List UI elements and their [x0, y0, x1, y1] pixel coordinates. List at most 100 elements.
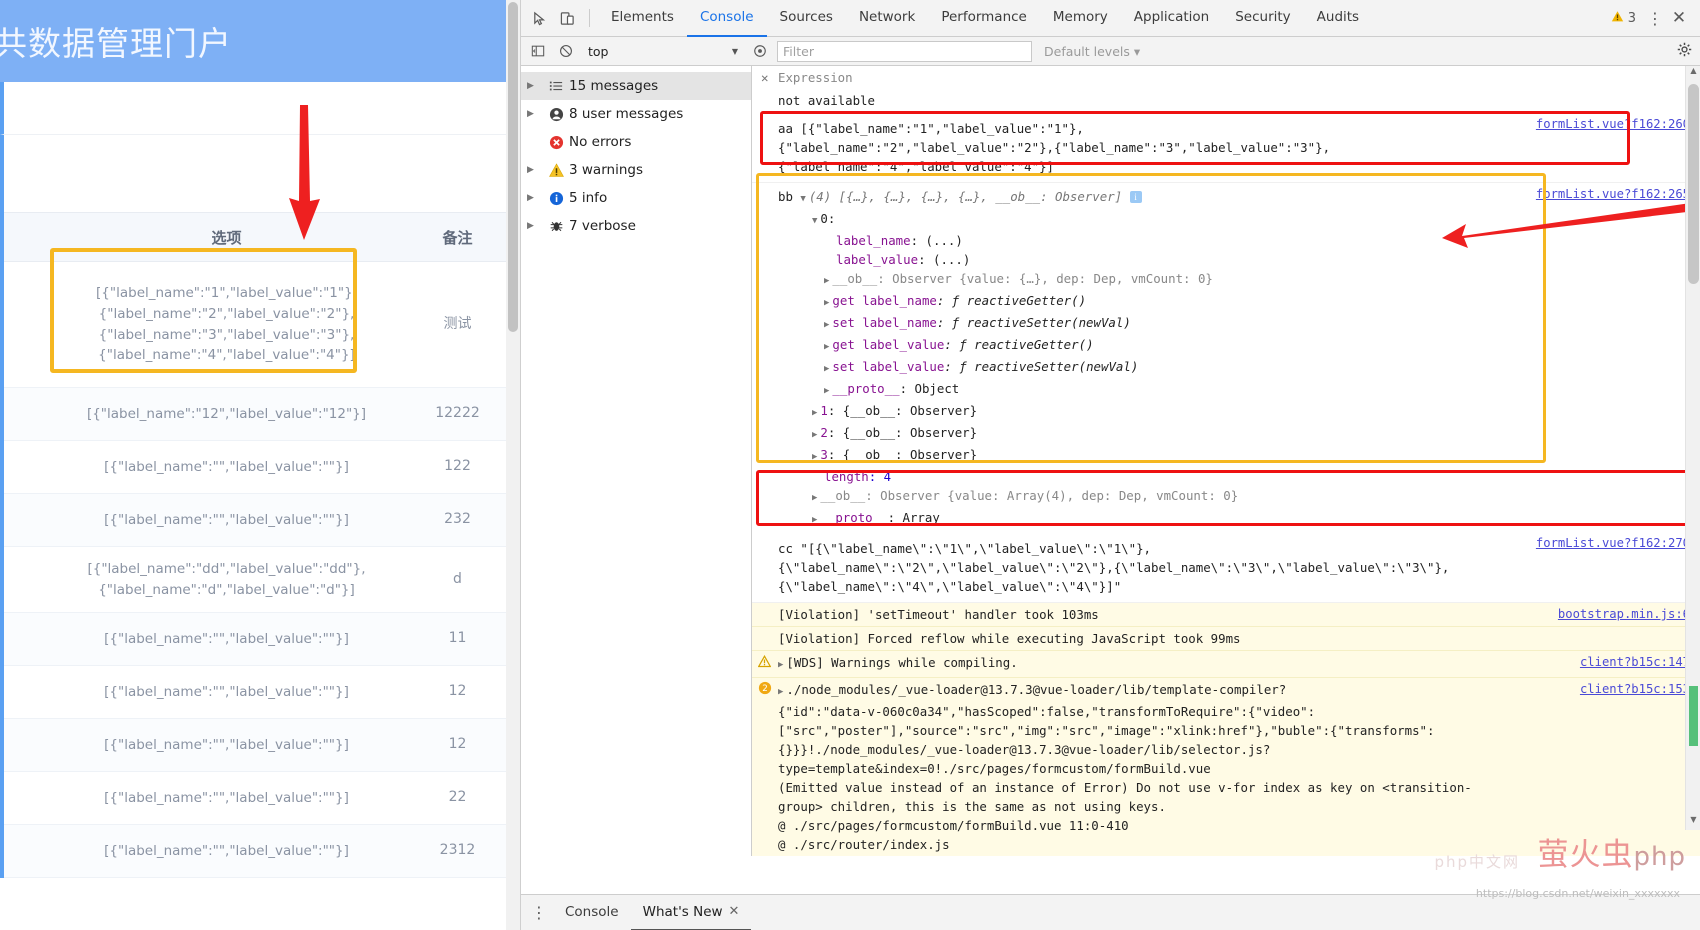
expand-triangle-icon[interactable]: ▼	[812, 216, 817, 226]
devtools-close-icon[interactable]: ✕	[1666, 8, 1692, 28]
console-message-aa[interactable]: formList.vue?f162:260 aa [{"label_name":…	[752, 113, 1700, 183]
tree-node[interactable]: ▼ 0:	[778, 209, 1686, 231]
source-link[interactable]: formList.vue?f162:265	[1536, 185, 1690, 204]
tree-node[interactable]: length: 4	[778, 467, 1686, 486]
scroll-down-arrow-icon[interactable]: ▼	[1686, 815, 1700, 830]
tab-sources[interactable]: Sources	[767, 0, 846, 37]
table-row[interactable]: [{"label_name":"dd","label_value":"dd"},…	[4, 547, 520, 613]
sidebar-item-errors[interactable]: ▶ No errors	[521, 128, 751, 156]
table-row[interactable]: [{"label_name":"","label_value":""}] 122	[4, 441, 520, 494]
table-row[interactable]: [{"label_name":"12","label_value":"12"}]…	[4, 388, 520, 441]
watermark-main-cn: 萤火虫	[1537, 837, 1634, 873]
warning-count-indicator[interactable]: 3	[1611, 10, 1636, 27]
tab-network[interactable]: Network	[846, 0, 928, 37]
source-link[interactable]: formList.vue?f162:260	[1536, 115, 1690, 134]
table-row[interactable]: [{"label_name":"","label_value":""}] 231…	[4, 825, 520, 878]
table-row[interactable]: [{"label_name":"","label_value":""}] 11	[4, 613, 520, 666]
webpage-scrollbar-thumb[interactable]	[508, 2, 518, 332]
console-message-bb[interactable]: formList.vue?f162:265 bb ▼ (4) [{…}, {…},…	[752, 183, 1700, 532]
close-icon[interactable]: ✕	[761, 68, 768, 87]
console-message-wds-warning[interactable]: client?b15c:147 ▶ [WDS] Warnings while co…	[752, 651, 1700, 678]
tab-memory[interactable]: Memory	[1040, 0, 1121, 37]
close-icon[interactable]: ✕	[729, 904, 740, 919]
device-toolbar-icon[interactable]	[553, 4, 581, 32]
tree-node[interactable]: ▶ get label_value: ƒ reactiveGetter()	[778, 335, 1686, 357]
console-settings-eye-icon[interactable]	[749, 40, 771, 62]
tree-node[interactable]: ▶ set label_value: ƒ reactiveSetter(newVa…	[778, 357, 1686, 379]
collapse-triangle-icon[interactable]: ▶	[812, 493, 817, 503]
collapse-triangle-icon[interactable]: ▶	[812, 430, 817, 440]
tree-node[interactable]: label_name: (...)	[778, 231, 1686, 250]
console-output[interactable]: ✕ Expression not available formList.vue?…	[752, 66, 1700, 856]
tab-application[interactable]: Application	[1121, 0, 1222, 37]
expand-triangle-icon[interactable]: ▶	[778, 687, 783, 697]
tree-node[interactable]: ▶ __ob__: Observer {value: Array(4), dep:…	[778, 486, 1686, 508]
source-link[interactable]: bootstrap.min.js:6	[1558, 605, 1690, 624]
drawer-tab-label: What's New	[642, 903, 723, 920]
tree-node[interactable]: ▶ __proto__: Object	[778, 379, 1686, 401]
tree-node[interactable]: ▶ set label_name: ƒ reactiveSetter(newVal…	[778, 313, 1686, 335]
sidebar-item-messages[interactable]: ▶ 15 messages	[521, 72, 751, 100]
tab-console[interactable]: Console	[686, 0, 767, 37]
sidebar-item-user-messages[interactable]: ▶ 8 user messages	[521, 100, 751, 128]
console-scrollbar-thumb[interactable]	[1688, 84, 1699, 284]
expand-triangle-icon[interactable]: ▶	[778, 660, 783, 670]
tree-node[interactable]: ▶ __ob__: Observer {value: {…}, dep: Dep,…	[778, 269, 1686, 291]
tree-node[interactable]: ▶ 2: {__ob__: Observer}	[778, 423, 1686, 445]
toggle-console-sidebar-icon[interactable]	[527, 40, 549, 62]
tab-security[interactable]: Security	[1222, 0, 1303, 37]
collapse-triangle-icon[interactable]: ▶	[824, 320, 829, 330]
table-row[interactable]: [{"label_name":"","label_value":""}] 12	[4, 666, 520, 719]
tree-node[interactable]: ▶ 3: {__ob__: Observer}	[778, 445, 1686, 467]
tree-node[interactable]: ▶ get label_name: ƒ reactiveGetter()	[778, 291, 1686, 313]
devtools-more-icon[interactable]: ⋮	[1644, 9, 1666, 28]
table-row[interactable]: [{"label_name":"1","label_value":"1"}, {…	[4, 262, 520, 388]
sidebar-item-verbose[interactable]: ▶ 7 verbose	[521, 212, 751, 240]
console-filter-input[interactable]	[777, 40, 1032, 62]
chevron-down-icon: ▾	[1133, 43, 1141, 59]
console-scrollbar[interactable]: ▲ ▼	[1685, 66, 1700, 830]
drawer-tab-console[interactable]: Console	[553, 895, 631, 930]
collapse-triangle-icon[interactable]: ▶	[812, 515, 817, 525]
console-message-cc[interactable]: formList.vue?f162:270 cc "[{\"label_name…	[752, 532, 1700, 603]
table-row[interactable]: [{"label_name":"","label_value":""}] 22	[4, 772, 520, 825]
console-pinned-expression[interactable]: ✕ Expression	[752, 66, 1700, 89]
log-levels-dropdown[interactable]: Default levels ▾	[1044, 44, 1140, 59]
execution-context-select[interactable]: top ▼	[583, 40, 743, 62]
table-row[interactable]: [{"label_name":"","label_value":""}] 12	[4, 719, 520, 772]
collapse-triangle-icon[interactable]: ▶	[824, 364, 829, 374]
clear-console-icon[interactable]	[555, 40, 577, 62]
webpage-scrollbar[interactable]	[506, 0, 520, 930]
expand-triangle-icon[interactable]: ▼	[800, 194, 805, 204]
inspect-element-icon[interactable]	[525, 4, 553, 32]
table-cell-index	[4, 666, 58, 718]
sidebar-item-warnings[interactable]: ▶ 3 warnings	[521, 156, 751, 184]
drawer-tab-whats-new[interactable]: What's New ✕	[630, 895, 752, 930]
tree-node[interactable]: ▶ __proto__: Array	[778, 508, 1686, 530]
source-link[interactable]: client?b15c:153	[1580, 680, 1690, 699]
console-message-violation[interactable]: [Violation] Forced reflow while executin…	[752, 627, 1700, 651]
collapse-triangle-icon[interactable]: ▶	[824, 298, 829, 308]
console-message-violation[interactable]: bootstrap.min.js:6 [Violation] 'setTimeo…	[752, 603, 1700, 627]
drawer-more-icon[interactable]: ⋮	[525, 903, 553, 922]
tab-elements[interactable]: Elements	[598, 0, 687, 37]
table-cell-note: 测试	[443, 315, 472, 332]
table-row[interactable]: [{"label_name":"","label_value":""}] 232	[4, 494, 520, 547]
info-badge-icon[interactable]: i	[1129, 191, 1142, 203]
collapse-triangle-icon[interactable]: ▶	[824, 386, 829, 396]
watermark-main-php: php	[1633, 842, 1686, 872]
collapse-triangle-icon[interactable]: ▶	[812, 452, 817, 462]
devtools-settings-gear-icon[interactable]	[1677, 42, 1692, 61]
scroll-up-arrow-icon[interactable]: ▲	[1686, 66, 1700, 81]
tree-node[interactable]: ▶ 1: {__ob__: Observer}	[778, 401, 1686, 423]
tree-node[interactable]: label_value: (...)	[778, 250, 1686, 269]
sidebar-item-info[interactable]: ▶ 5 info	[521, 184, 751, 212]
collapse-triangle-icon[interactable]: ▶	[812, 408, 817, 418]
collapse-triangle-icon[interactable]: ▶	[824, 276, 829, 286]
console-message-text: [Violation] Forced reflow while executin…	[778, 631, 1241, 646]
tab-audits[interactable]: Audits	[1304, 0, 1372, 37]
source-link[interactable]: client?b15c:147	[1580, 653, 1690, 672]
source-link[interactable]: formList.vue?f162:270	[1536, 534, 1690, 553]
tab-performance[interactable]: Performance	[928, 0, 1040, 37]
collapse-triangle-icon[interactable]: ▶	[824, 342, 829, 352]
